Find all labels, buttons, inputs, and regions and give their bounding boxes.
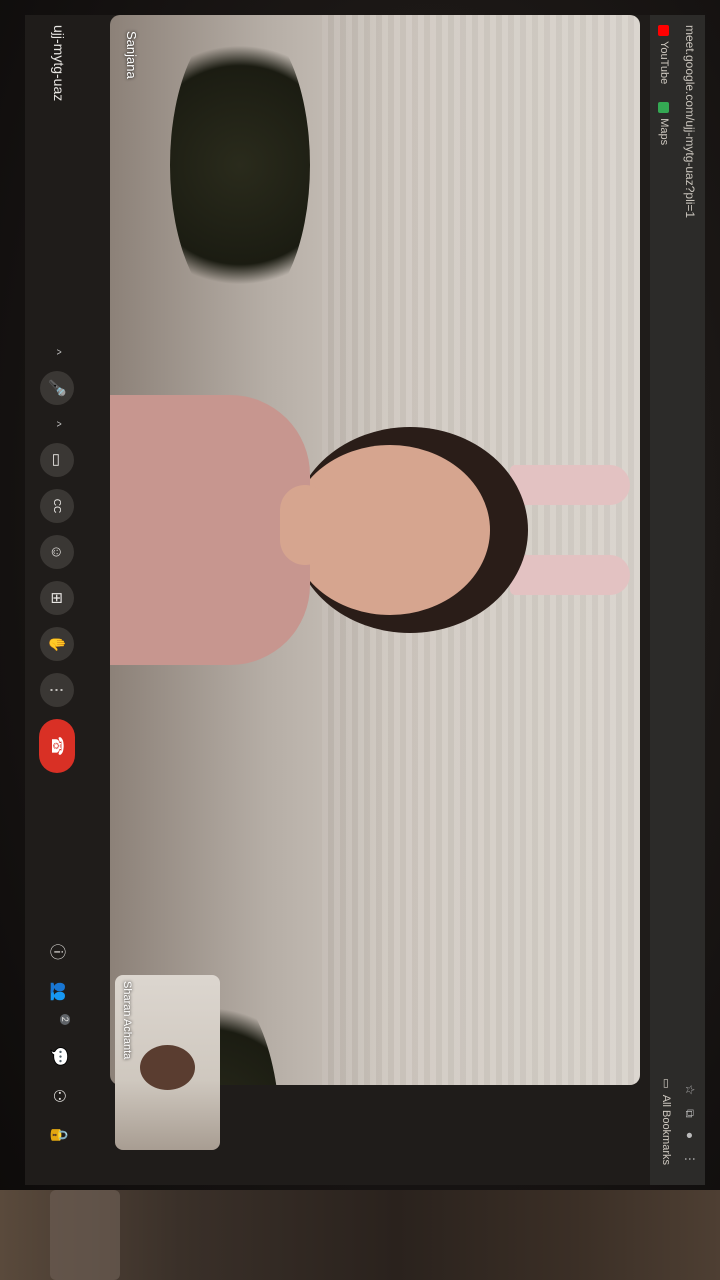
people-icon[interactable]: 👥	[49, 982, 69, 1002]
self-name: Sharan Achanta	[121, 981, 133, 1060]
bookmarks-bar: YouTube Maps	[655, 25, 673, 145]
mic-options-chevron-icon[interactable]: ^	[40, 345, 74, 359]
phone-hangup-icon: ☎	[48, 736, 65, 756]
bunny-ear	[510, 555, 630, 595]
participant-video	[110, 375, 630, 675]
camera-button[interactable]: ▭	[40, 443, 74, 477]
captions-button[interactable]: CC	[40, 489, 74, 523]
desk-object	[50, 1190, 120, 1280]
meet-area: Sanjana ⋯ Sharan Achanta ujj-mytg-uaz ^ …	[25, 15, 650, 1185]
hand-icon: ✋	[48, 634, 65, 654]
browser-chrome: meet.google.com/ujj-mytg-uaz?pli=1 YouTu…	[650, 15, 705, 1185]
background-tree	[170, 15, 310, 315]
bookmark-maps[interactable]: Maps	[658, 102, 670, 145]
reactions-button[interactable]: ☺	[40, 535, 74, 569]
browser-actions: ☆ ⧉ ● ⋮	[682, 1084, 697, 1165]
browser-screen: meet.google.com/ujj-mytg-uaz?pli=1 YouTu…	[25, 15, 705, 1185]
self-view-tile[interactable]: Sharan Achanta	[115, 975, 220, 1150]
star-icon[interactable]: ☆	[682, 1084, 697, 1095]
host-controls-icon[interactable]: 🔒	[49, 1125, 69, 1145]
activities-icon[interactable]: ⚇	[49, 1089, 69, 1103]
present-button[interactable]: ⊞	[40, 581, 74, 615]
self-face	[140, 1045, 195, 1090]
more-options-button[interactable]: ⋮	[40, 673, 74, 707]
maps-icon	[658, 102, 670, 114]
bookmark-label: Maps	[658, 118, 670, 146]
end-call-button[interactable]: ☎	[39, 719, 75, 773]
raise-hand-button[interactable]: ✋	[40, 627, 74, 661]
meeting-code: ujj-mytg-uaz	[51, 25, 67, 102]
more-vert-icon: ⋮	[48, 682, 65, 698]
participant-name: Sanjana	[124, 31, 139, 79]
call-controls: ^ 🎤 ^ ▭ CC ☺ ⊞ ✋ ⋮ ☎	[39, 345, 75, 773]
captions-icon: CC	[51, 498, 63, 514]
bunny-ear	[510, 465, 630, 505]
folder-icon: ▭	[660, 1078, 672, 1089]
present-icon: ⊞	[48, 591, 65, 605]
participant-count-badge: 2	[60, 1013, 70, 1025]
emoji-icon: ☺	[48, 544, 66, 560]
all-bookmarks[interactable]: ▭ All Bookmarks	[660, 1078, 673, 1165]
side-controls: ⓘ 👥 2 💬 ⚇ 🔒	[47, 944, 71, 1145]
camera-icon: ▭	[48, 452, 65, 468]
camera-options-chevron-icon[interactable]: ^	[40, 417, 74, 431]
bookmark-youtube[interactable]: YouTube	[658, 25, 670, 84]
youtube-icon	[658, 25, 670, 36]
participant-hands	[280, 485, 330, 565]
meet-toolbar: ujj-mytg-uaz ^ 🎤 ^ ▭ CC ☺ ⊞ ✋ ⋮ ☎ ⓘ 👥 2	[25, 15, 85, 1185]
mic-button[interactable]: 🎤	[40, 371, 74, 405]
chat-icon[interactable]: 💬	[49, 1047, 69, 1067]
microphone-icon: 🎤	[48, 378, 65, 398]
address-bar[interactable]: meet.google.com/ujj-mytg-uaz?pli=1	[679, 25, 697, 218]
monitor-photo: meet.google.com/ujj-mytg-uaz?pli=1 YouTu…	[0, 0, 720, 1280]
menu-icon[interactable]: ⋮	[682, 1153, 697, 1165]
profile-avatar-icon[interactable]: ●	[682, 1132, 697, 1139]
bookmark-label: YouTube	[658, 41, 670, 85]
meeting-info-icon[interactable]: ⓘ	[47, 944, 71, 960]
participant-tile-main[interactable]: Sanjana ⋯	[110, 15, 640, 1085]
all-bookmarks-label: All Bookmarks	[660, 1094, 673, 1165]
extensions-icon[interactable]: ⧉	[682, 1109, 697, 1118]
